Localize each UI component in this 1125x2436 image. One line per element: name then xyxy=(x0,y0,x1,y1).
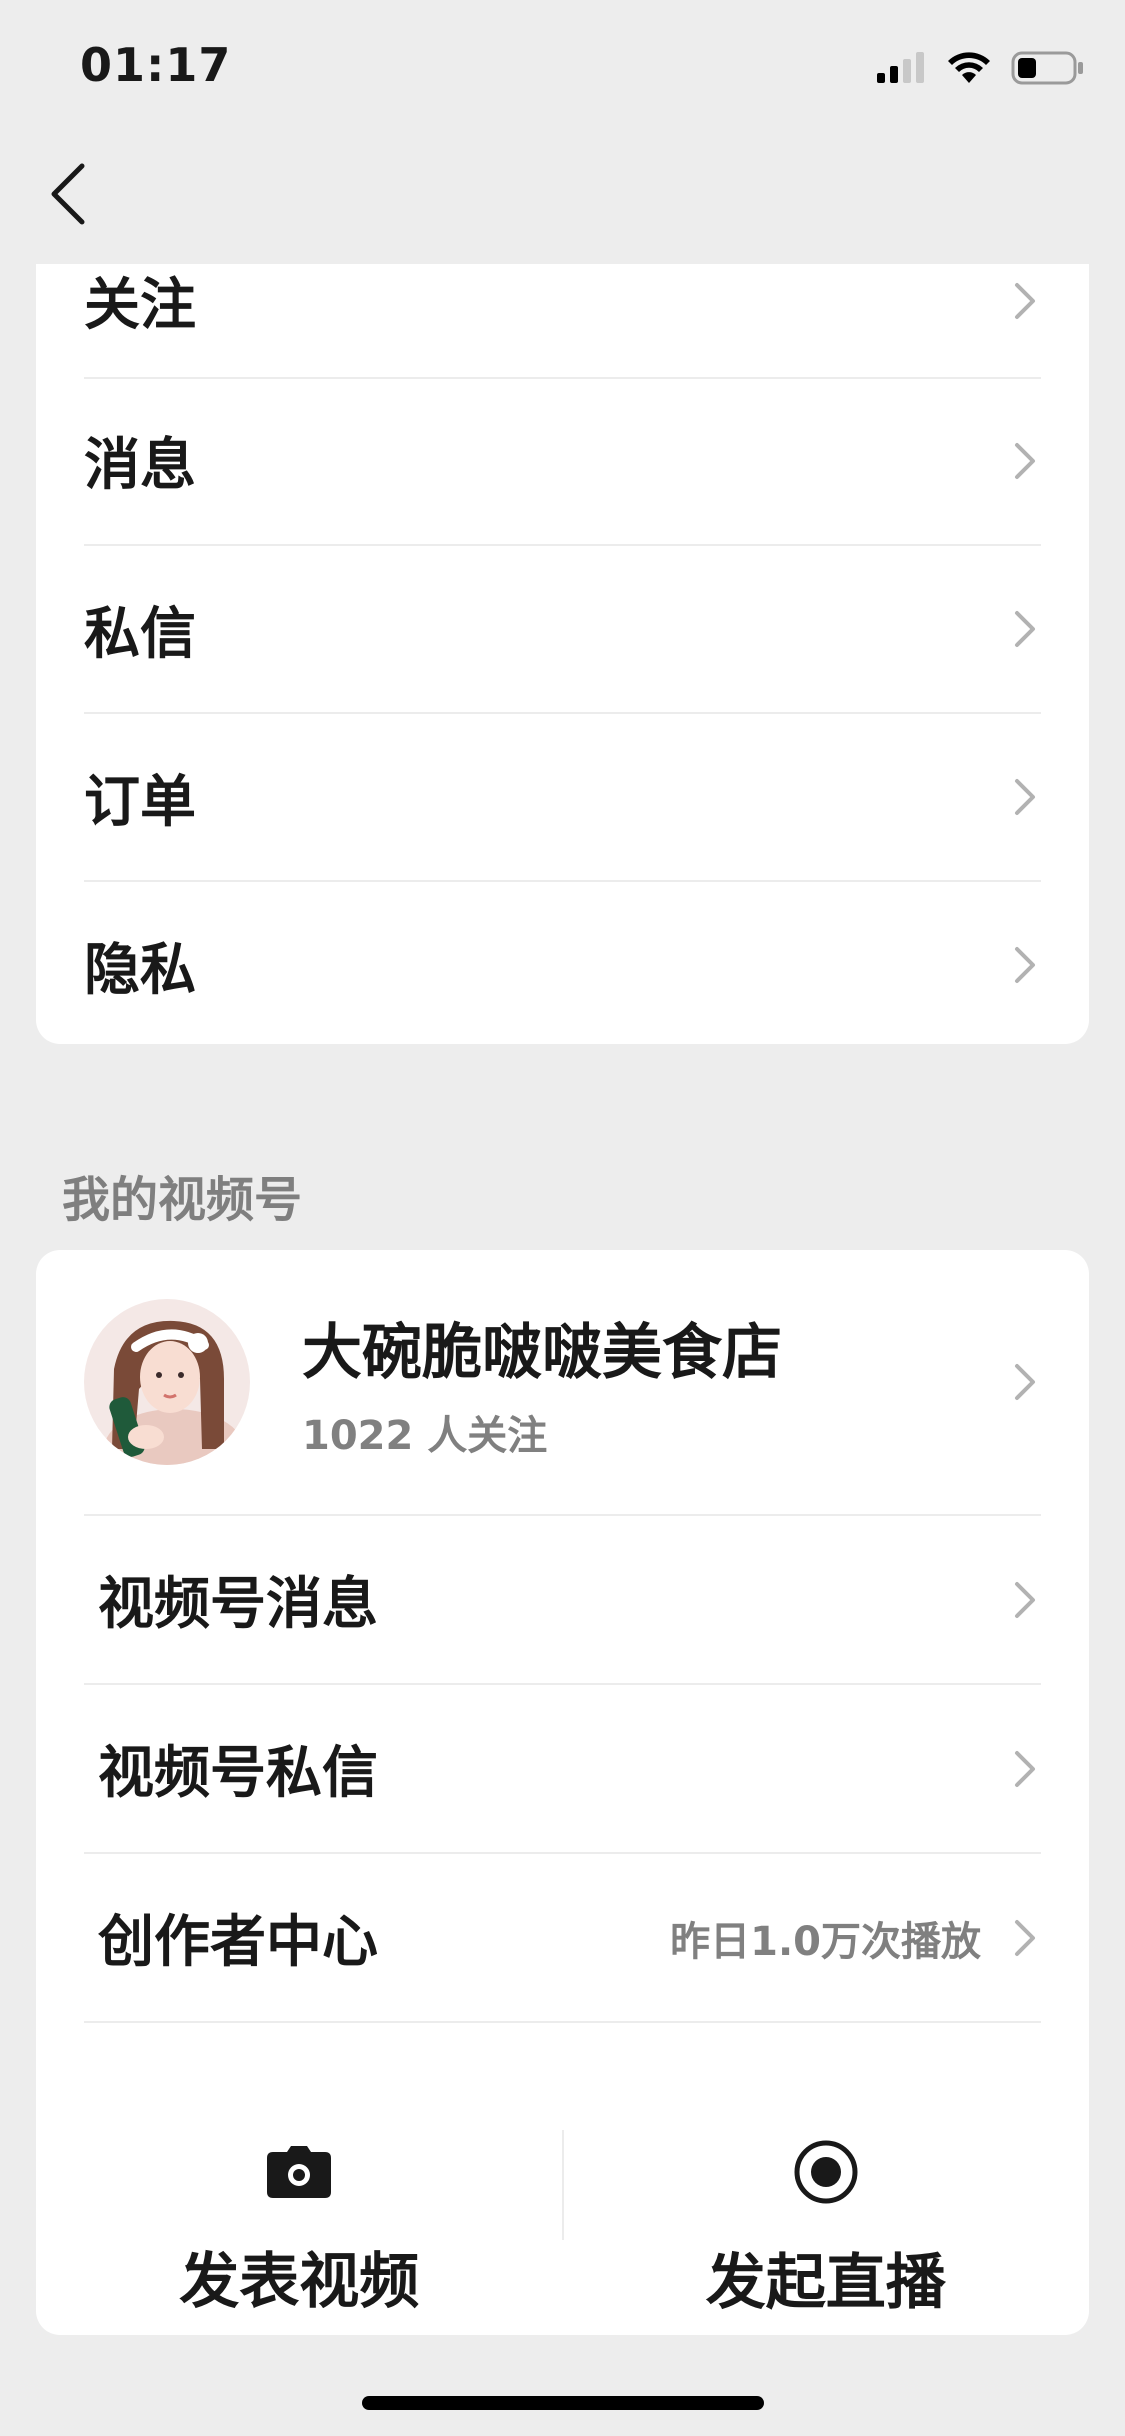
settings-menu-card: 关注 消息 私信 订单 隐私 xyxy=(36,264,1089,1044)
menu-item-label: 私信 xyxy=(84,601,196,667)
channel-item-label: 创作者中心 xyxy=(98,1910,378,1975)
publish-video-label: 发表视频 xyxy=(179,2247,420,2317)
battery-icon xyxy=(1011,50,1085,90)
status-time: 01:17 xyxy=(80,38,232,92)
channel-item-label: 视频号私信 xyxy=(98,1741,378,1806)
chevron-right-icon xyxy=(1015,1919,1035,1956)
chevron-left-icon xyxy=(48,162,88,230)
channel-item-creator-center[interactable]: 创作者中心 昨日1.0万次播放 xyxy=(84,1854,1041,2023)
chevron-right-icon xyxy=(1015,442,1035,479)
menu-item-follow[interactable]: 关注 xyxy=(84,264,1041,379)
start-live-label: 发起直播 xyxy=(705,2248,946,2318)
menu-item-privacy[interactable]: 隐私 xyxy=(84,882,1041,1048)
menu-item-orders[interactable]: 订单 xyxy=(84,714,1041,882)
actions-divider xyxy=(562,2130,564,2240)
chevron-right-icon xyxy=(1015,282,1035,319)
chevron-right-icon xyxy=(1015,779,1035,815)
chevron-right-icon xyxy=(1015,1364,1035,1400)
status-bar: 01:17 xyxy=(0,0,1125,140)
menu-item-label: 隐私 xyxy=(84,937,196,1003)
wifi-icon xyxy=(945,50,993,90)
signal-icon xyxy=(875,51,927,89)
menu-item-label: 消息 xyxy=(84,433,196,498)
section-title-my-channel: 我的视频号 xyxy=(62,1172,303,1228)
creator-center-stat: 昨日1.0万次播放 xyxy=(670,1918,981,1965)
menu-item-private-messages[interactable]: 私信 xyxy=(84,546,1041,714)
channel-actions: 发表视频 发起直播 xyxy=(36,2070,1089,2320)
channel-profile-text: 大碗脆啵啵美食店 1022 人关注 xyxy=(302,1304,1009,1461)
live-record-icon xyxy=(790,2138,862,2206)
back-button[interactable] xyxy=(38,160,98,232)
chevron-right-icon xyxy=(1015,611,1035,647)
chevron-right-icon xyxy=(1015,1750,1035,1787)
menu-item-messages[interactable]: 消息 xyxy=(84,377,1041,546)
camera-icon xyxy=(263,2138,335,2205)
channel-followers: 1022 人关注 xyxy=(302,1412,548,1459)
channel-profile-row[interactable]: 大碗脆啵啵美食店 1022 人关注 xyxy=(84,1250,1041,1516)
channel-item-private-messages[interactable]: 视频号私信 xyxy=(84,1685,1041,1854)
home-indicator xyxy=(362,2396,764,2410)
menu-item-label: 关注 xyxy=(84,273,196,338)
channel-item-label: 视频号消息 xyxy=(98,1572,378,1637)
channel-card: 大碗脆啵啵美食店 1022 人关注 视频号消息 视频号私信 创作者中心 昨日1.… xyxy=(36,1250,1089,2335)
channel-item-messages[interactable]: 视频号消息 xyxy=(84,1516,1041,1685)
start-live-button[interactable]: 发起直播 xyxy=(563,2070,1090,2320)
channel-name: 大碗脆啵啵美食店 xyxy=(302,1317,782,1388)
publish-video-button[interactable]: 发表视频 xyxy=(36,2070,563,2320)
status-icons xyxy=(875,48,1085,92)
chevron-right-icon xyxy=(1015,1581,1035,1618)
chevron-right-icon xyxy=(1015,947,1035,983)
avatar xyxy=(84,1299,250,1465)
menu-item-label: 订单 xyxy=(84,769,196,835)
